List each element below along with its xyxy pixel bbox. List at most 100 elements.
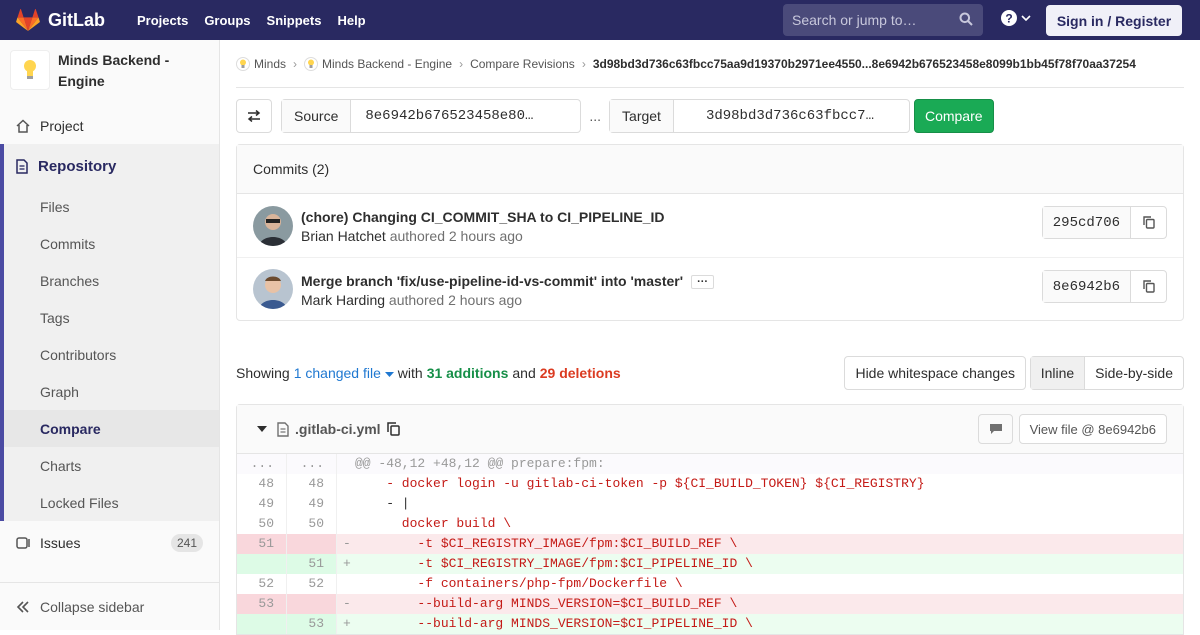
nav-help[interactable]: Help	[329, 13, 373, 28]
caret-down-icon	[257, 426, 267, 432]
view-file-button[interactable]: View file @ 8e6942b6	[1018, 414, 1167, 444]
breadcrumb-current[interactable]: 3d98bd3d736c63fbcc75aa9d19370b2971ee4550…	[593, 57, 1136, 71]
search-input[interactable]: Search or jump to…	[783, 4, 983, 36]
double-chevron-left-icon	[16, 600, 30, 613]
commit-meta: authored 2 hours ago	[388, 291, 523, 308]
breadcrumb: Minds › Minds Backend - Engine › Compare…	[236, 40, 1184, 88]
diff-added-line: 51 + -t $CI_REGISTRY_IMAGE/fpm:$CI_PIPEL…	[237, 554, 1183, 574]
old-line-number[interactable]: 48	[237, 474, 287, 494]
avatar[interactable]	[253, 205, 293, 246]
nav-groups[interactable]: Groups	[196, 13, 258, 28]
avatar[interactable]	[253, 269, 293, 309]
new-line-number[interactable]	[287, 534, 337, 554]
commit-author[interactable]: Brian Hatchet	[301, 228, 386, 244]
new-line-number[interactable]: 52	[287, 574, 337, 594]
swap-icon	[247, 110, 261, 122]
project-sidebar: Minds Backend - Engine Project Repositor…	[0, 40, 220, 630]
doc-icon	[16, 158, 28, 174]
commits-header: Commits (2)	[237, 145, 1183, 194]
brand-name: GitLab	[48, 9, 105, 30]
copy-sha-button[interactable]	[1131, 271, 1166, 302]
new-line-number[interactable]: 49	[287, 494, 337, 514]
new-line-number[interactable]: 50	[287, 514, 337, 534]
sidebar-item-compare[interactable]: Compare	[4, 410, 219, 447]
sidebar-item-contributors[interactable]: Contributors	[4, 336, 219, 373]
old-line-number[interactable]	[237, 614, 287, 634]
swap-revisions-button[interactable]	[236, 99, 272, 133]
svg-text:?: ?	[1005, 12, 1012, 26]
diff-context-line: 48 48 - docker login -u gitlab-ci-token …	[237, 474, 1183, 494]
diff-code: - docker login -u gitlab-ci-token -p ${C…	[355, 476, 925, 491]
breadcrumb-section[interactable]: Compare Revisions	[470, 57, 575, 71]
collapse-sidebar-button[interactable]: Collapse sidebar	[0, 582, 219, 630]
nav-projects[interactable]: Projects	[129, 13, 196, 28]
help-dropdown[interactable]: ?	[1001, 10, 1031, 26]
old-line-number[interactable]: 53	[237, 594, 287, 614]
new-line-number[interactable]: 53	[287, 614, 337, 634]
breadcrumb-project[interactable]: Minds Backend - Engine	[322, 57, 452, 71]
project-header[interactable]: Minds Backend - Engine	[0, 40, 219, 107]
copy-path-button[interactable]	[386, 422, 400, 436]
old-line-number[interactable]: 52	[237, 574, 287, 594]
new-line-number[interactable]: 48	[287, 474, 337, 494]
inline-view-button[interactable]: Inline	[1030, 357, 1086, 389]
sidebar-item-files[interactable]: Files	[4, 188, 219, 225]
copy-sha-button[interactable]	[1131, 207, 1166, 238]
sidebar-item-graph[interactable]: Graph	[4, 373, 219, 410]
range-dots: ...	[589, 108, 602, 124]
sidebar-item-project[interactable]: Project	[0, 107, 219, 144]
target-selector[interactable]: Target 3d98bd3d736c63fbcc7…	[609, 99, 910, 133]
commit-sha[interactable]: 8e6942b6	[1042, 271, 1131, 302]
sidebar-item-issues[interactable]: Issues 241	[0, 521, 219, 565]
side-by-side-button[interactable]: Side-by-side	[1085, 357, 1183, 389]
old-line-number[interactable]: 50	[237, 514, 287, 534]
gitlab-logo[interactable]: GitLab	[16, 0, 105, 40]
commit-author[interactable]: Mark Harding	[301, 292, 385, 308]
old-line-number[interactable]: ...	[237, 454, 287, 474]
breadcrumb-separator: ›	[459, 56, 464, 71]
project-avatar	[10, 50, 50, 90]
old-line-number[interactable]: 51	[237, 534, 287, 554]
sidebar-item-locked-files[interactable]: Locked Files	[4, 484, 219, 521]
top-navbar: GitLab Projects Groups Snippets Help Sea…	[0, 0, 1200, 40]
file-name[interactable]: .gitlab-ci.yml	[295, 421, 381, 437]
commit-sha[interactable]: 295cd706	[1042, 207, 1131, 238]
breadcrumb-group[interactable]: Minds	[254, 57, 286, 71]
diff-file-header: .gitlab-ci.yml View file @ 8e6942b6	[237, 405, 1183, 454]
diff-code: --build-arg MINDS_VERSION=$CI_BUILD_REF …	[355, 596, 738, 611]
old-line-number[interactable]	[237, 554, 287, 574]
new-line-number[interactable]: ...	[287, 454, 337, 474]
commit-title[interactable]: Merge branch 'fix/use-pipeline-id-vs-com…	[301, 271, 715, 292]
collapse-file-toggle[interactable]	[257, 426, 267, 432]
project-name: Minds Backend - Engine	[58, 52, 170, 89]
hide-whitespace-button[interactable]: Hide whitespace changes	[844, 356, 1026, 390]
project-mini-avatar	[304, 56, 319, 71]
changed-files-dropdown[interactable]: 1 changed file	[294, 365, 394, 381]
sign-in-button[interactable]: Sign in / Register	[1046, 5, 1182, 36]
comment-button[interactable]	[978, 414, 1013, 444]
commit-title[interactable]: (chore) Changing CI_COMMIT_SHA to CI_PIP…	[301, 207, 665, 228]
diff-context-line: 50 50 docker build \	[237, 514, 1183, 534]
expand-message-button[interactable]: ···	[691, 274, 715, 289]
search-icon	[959, 12, 973, 26]
diff-context-line: 49 49 - |	[237, 494, 1183, 514]
compare-form: Source 8e6942b676523458e80… ... Target 3…	[236, 99, 994, 133]
copy-icon	[386, 422, 400, 436]
sidebar-item-commits[interactable]: Commits	[4, 225, 219, 262]
sidebar-item-label: Repository	[38, 157, 117, 175]
new-line-number[interactable]	[287, 594, 337, 614]
additions-count: 31 additions	[426, 365, 509, 381]
diff-code: -f containers/php-fpm/Dockerfile \	[355, 576, 683, 591]
target-value[interactable]: 3d98bd3d736c63fbcc7…	[674, 100, 909, 132]
compare-button[interactable]: Compare	[913, 99, 994, 133]
source-value[interactable]: 8e6942b676523458e80…	[351, 100, 580, 132]
sidebar-item-branches[interactable]: Branches	[4, 262, 219, 299]
sidebar-item-repository[interactable]: Repository	[4, 144, 219, 188]
sidebar-item-charts[interactable]: Charts	[4, 447, 219, 484]
nav-snippets[interactable]: Snippets	[259, 13, 330, 28]
old-line-number[interactable]: 49	[237, 494, 287, 514]
sidebar-item-tags[interactable]: Tags	[4, 299, 219, 336]
search-placeholder: Search or jump to…	[792, 12, 917, 28]
new-line-number[interactable]: 51	[287, 554, 337, 574]
source-selector[interactable]: Source 8e6942b676523458e80…	[281, 99, 582, 133]
